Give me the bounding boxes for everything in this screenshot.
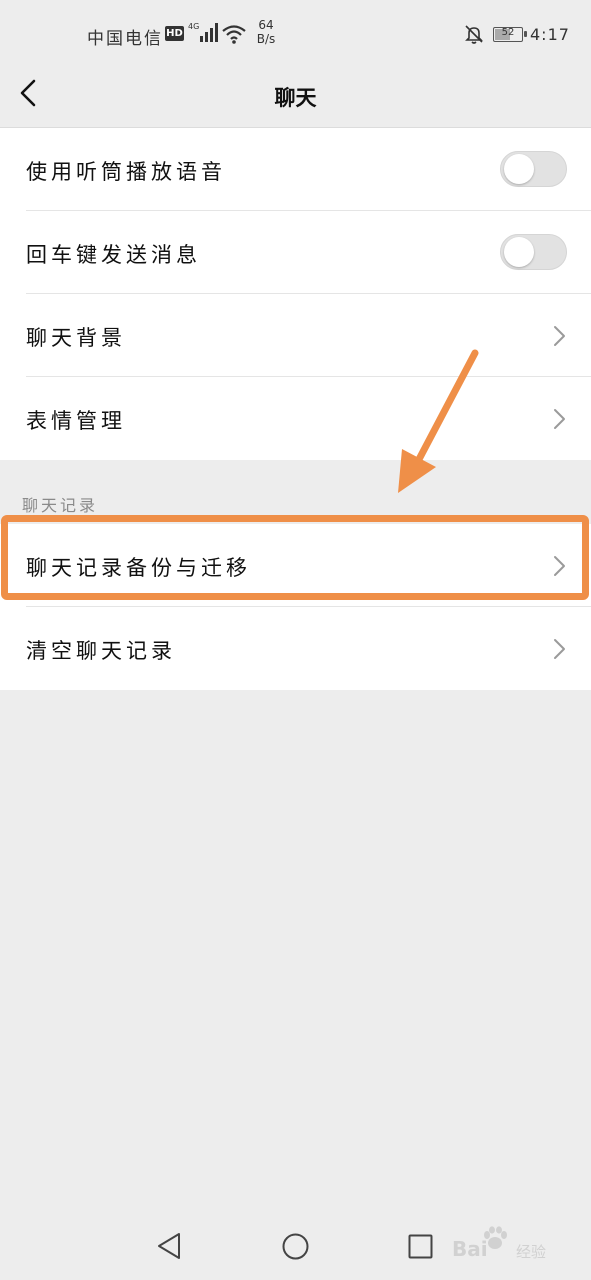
setting-label: 聊天背景 xyxy=(26,326,126,350)
clock: 4:17 xyxy=(530,25,570,44)
network-speed: 64 B/s xyxy=(254,18,278,46)
chevron-right-icon xyxy=(554,639,565,659)
battery-level: 52 xyxy=(501,27,515,38)
chevron-right-icon xyxy=(554,409,565,429)
wifi-icon xyxy=(222,25,246,44)
hd-badge: HD xyxy=(165,26,184,41)
toggle-knob xyxy=(504,237,534,267)
earpiece-toggle[interactable] xyxy=(500,151,567,187)
signal-icon: 4G xyxy=(188,22,218,42)
bell-off-icon xyxy=(465,25,483,44)
setting-label: 清空聊天记录 xyxy=(26,639,176,663)
page-title: 聊天 xyxy=(274,86,317,110)
nav-back-icon[interactable] xyxy=(156,1232,182,1260)
app-header: 聊天 xyxy=(0,64,591,128)
speed-unit: B/s xyxy=(256,32,276,46)
chat-settings-group: 使用听筒播放语音 回车键发送消息 聊天背景 表情管理 xyxy=(0,128,591,460)
system-nav-bar: Bai 经验 xyxy=(0,1212,591,1280)
chat-history-group: 聊天记录备份与迁移 清空聊天记录 xyxy=(0,524,591,690)
toggle-knob xyxy=(504,154,534,184)
nav-home-icon[interactable] xyxy=(282,1233,309,1260)
nav-recent-apps-icon[interactable] xyxy=(408,1234,433,1259)
setting-row-backup-migrate[interactable]: 聊天记录备份与迁移 xyxy=(0,524,591,607)
speed-value: 64 xyxy=(258,18,274,32)
setting-row-sticker-management[interactable]: 表情管理 xyxy=(0,377,591,460)
battery-icon: 52 xyxy=(493,27,527,42)
watermark-sub: 经验 xyxy=(516,1243,547,1261)
enter-send-toggle[interactable] xyxy=(500,234,567,270)
network-type: 4G xyxy=(188,22,199,31)
status-bar: 中国电信 HD 4G 64 B/s 52 4:17 xyxy=(0,0,591,64)
setting-label: 使用听筒播放语音 xyxy=(26,160,226,184)
setting-row-enter-send[interactable]: 回车键发送消息 xyxy=(0,211,591,294)
paw-icon xyxy=(484,1226,507,1249)
baidu-watermark: Bai 经验 xyxy=(452,1226,562,1266)
setting-label: 回车键发送消息 xyxy=(26,243,201,267)
chevron-right-icon xyxy=(554,326,565,346)
section-header-chat-history: 聊天记录 xyxy=(22,496,99,515)
setting-label: 聊天记录备份与迁移 xyxy=(26,556,251,580)
chevron-right-icon xyxy=(554,556,565,576)
setting-label: 表情管理 xyxy=(26,409,126,433)
setting-row-chat-background[interactable]: 聊天背景 xyxy=(0,294,591,377)
setting-row-clear-history[interactable]: 清空聊天记录 xyxy=(0,607,591,690)
setting-row-earpiece[interactable]: 使用听筒播放语音 xyxy=(0,128,591,211)
carrier-name: 中国电信 xyxy=(87,29,163,49)
